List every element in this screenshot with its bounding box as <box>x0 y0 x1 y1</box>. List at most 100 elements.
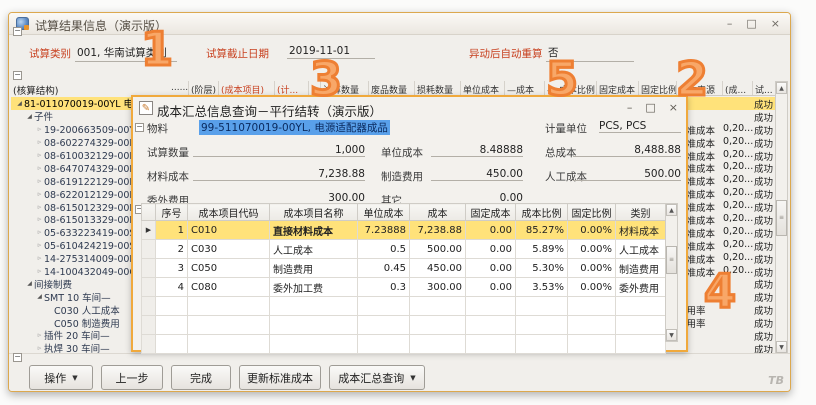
table-cell: 人工成本 <box>616 240 666 259</box>
dialog-field-value[interactable]: 7,238.88 <box>193 168 365 181</box>
dialog-field-value[interactable]: 8,488.88 <box>573 144 681 157</box>
dropdown-arrow-icon: ▼ <box>72 374 77 382</box>
tree-collapsed-icon[interactable]: ▹ <box>35 190 44 198</box>
tree-collapsed-icon[interactable]: ▹ <box>35 254 44 262</box>
tree-expanded-icon[interactable]: ◢ <box>15 100 24 107</box>
grid-column-header[interactable]: —成本 <box>505 81 545 95</box>
dialog-field-value[interactable]: 1,000 <box>193 144 365 157</box>
dialog-minimize-icon[interactable]: – <box>627 101 633 114</box>
button-label: 成本汇总查询 <box>338 370 404 386</box>
button-2[interactable]: 上一步 <box>101 365 163 390</box>
table-column-header[interactable]: 成本项目代码 <box>188 204 270 221</box>
maximize-icon[interactable]: □ <box>746 16 756 31</box>
tree-collapsed-icon[interactable]: ▹ <box>35 203 44 211</box>
grid-column-header[interactable]: 单位成本 <box>461 81 505 95</box>
dialog-field-value[interactable]: 8.48888 <box>431 144 523 157</box>
tree-collapsed-icon[interactable]: ▹ <box>35 151 44 159</box>
table-column-header[interactable]: 类别 <box>616 204 666 221</box>
row-indicator-cell <box>142 278 156 297</box>
cost-item-row[interactable]: ▶1C010直接材料成本7.238887,238.880.0085.27%0.0… <box>142 221 666 240</box>
tree-item-label: SMT 10 车间— <box>44 290 111 303</box>
cost-value-cell: 0,20... <box>723 174 753 185</box>
table-cell: 0.00% <box>568 221 616 240</box>
cost-item-row[interactable]: 2C030人工成本0.5500.000.005.89%0.00%人工成本 <box>142 240 666 259</box>
table-cell: 300.00 <box>410 278 466 297</box>
scroll-up-icon[interactable]: ▲ <box>776 82 787 94</box>
dialog-maximize-icon[interactable]: □ <box>645 101 655 114</box>
table-cell <box>188 316 270 335</box>
collapse-toggle-buttons[interactable]: − <box>13 353 22 362</box>
button-5[interactable]: 成本汇总查询▼ <box>329 365 425 390</box>
dialog-scroll-up-icon[interactable]: ▲ <box>666 204 677 216</box>
cost-item-row[interactable]: 3C050制造费用0.45450.000.005.30%0.00%制造费用 <box>142 259 666 278</box>
main-titlebar[interactable]: 试算结果信息（演示版） – □ × <box>9 13 790 35</box>
tree-collapsed-icon[interactable]: ▹ <box>35 138 44 146</box>
tree-collapsed-icon[interactable]: ▹ <box>35 164 44 172</box>
grid-scrollbar-thumb[interactable]: ≡ <box>776 200 787 236</box>
table-column-header[interactable]: 成本 <box>410 204 466 221</box>
grid-column-header[interactable]: ...... <box>169 81 189 95</box>
tree-collapsed-icon[interactable]: ▹ <box>35 267 44 275</box>
cost-summary-dialog: ✎ 成本汇总信息查询－平行结转（演示版） – □ × − 物料 99-51107… <box>131 95 688 352</box>
table-cell <box>466 316 516 335</box>
button-4[interactable]: 更新标准成本 <box>239 365 321 390</box>
tree-collapsed-icon[interactable]: ▹ <box>35 331 44 339</box>
grid-column-header[interactable]: (成... <box>723 81 753 95</box>
table-cell: 人工成本 <box>270 240 358 259</box>
table-cell <box>156 316 188 335</box>
tree-expanded-icon[interactable]: ◢ <box>25 113 34 120</box>
grid-column-header[interactable]: 损耗数量 <box>415 81 461 95</box>
annotation-number-3: 3 <box>310 56 340 102</box>
tree-collapsed-icon[interactable]: ▹ <box>35 228 44 236</box>
collapse-toggle-grid[interactable]: − <box>13 71 22 80</box>
tree-collapsed-icon[interactable]: ▹ <box>35 125 44 133</box>
dialog-collapse-toggle-header[interactable]: − <box>135 123 144 132</box>
button-1[interactable]: 操作▼ <box>29 365 93 390</box>
close-icon[interactable]: × <box>771 16 780 31</box>
cost-item-row[interactable]: 4C080委外加工费0.3300.000.003.53%0.00%委外费用 <box>142 278 666 297</box>
table-column-header[interactable]: 成本比例 <box>516 204 568 221</box>
tree-expanded-icon[interactable]: ◢ <box>25 280 34 287</box>
table-column-header[interactable]: 单位成本 <box>358 204 410 221</box>
dialog-table-scrollbar[interactable]: ▲ ≡ ▼ <box>665 203 678 342</box>
tree-collapsed-icon[interactable]: ▹ <box>35 344 44 352</box>
table-column-header[interactable]: 序号 <box>156 204 188 221</box>
table-column-header[interactable]: 成本项目名称 <box>270 204 358 221</box>
table-cell <box>616 297 666 316</box>
dialog-field-value[interactable]: 500.00 <box>573 168 681 181</box>
minimize-icon[interactable]: – <box>727 16 733 31</box>
table-column-header[interactable]: 固定成本 <box>466 204 516 221</box>
table-cell: C010 <box>188 221 270 240</box>
tree-collapsed-icon[interactable]: ▹ <box>35 215 44 223</box>
scroll-down-icon[interactable]: ▼ <box>776 341 787 353</box>
tree-collapsed-icon[interactable]: ▹ <box>35 177 44 185</box>
uom-value[interactable]: PCS, PCS <box>599 120 681 133</box>
grid-column-header[interactable]: 固定比例 <box>639 81 677 95</box>
grid-column-header[interactable]: 废品数量 <box>369 81 415 95</box>
dialog-field-label: 总成本 <box>545 145 577 160</box>
dialog-field-value[interactable]: 450.00 <box>431 168 523 181</box>
grid-column-header[interactable]: 固定成本 <box>597 81 639 95</box>
material-value[interactable]: 99-511070019-00YL, 电源适配器成品 <box>199 120 390 135</box>
grid-column-header[interactable]: (阶层) <box>189 81 219 95</box>
table-cell: 0.5 <box>358 240 410 259</box>
grid-column-header[interactable]: (成本项目) <box>219 81 275 95</box>
tree-collapsed-icon[interactable]: ▹ <box>35 241 44 249</box>
dialog-field-label: 试算数量 <box>147 145 189 160</box>
button-3[interactable]: 完成 <box>171 365 231 390</box>
collapse-toggle-form[interactable]: − <box>13 27 22 36</box>
grid-column-header[interactable]: 试... <box>753 81 777 95</box>
table-cell <box>516 335 568 354</box>
table-cell: 0.00% <box>568 278 616 297</box>
cost-value-cell: 0,20... <box>723 123 753 134</box>
grid-scrollbar[interactable]: ▲ ≡ ▼ <box>775 81 788 354</box>
cost-items-table[interactable]: 序号成本项目代码成本项目名称单位成本成本固定成本成本比例固定比例类别▶1C010… <box>141 203 666 354</box>
annotation-number-2: 2 <box>676 56 706 102</box>
dialog-scrollbar-thumb[interactable]: ≡ <box>666 246 677 274</box>
grid-column-header[interactable]: (计... <box>275 81 309 95</box>
tree-expanded-icon[interactable]: ◢ <box>35 293 44 300</box>
button-label: 更新标准成本 <box>247 370 313 386</box>
table-cell: C050 <box>188 259 270 278</box>
dialog-scroll-down-icon[interactable]: ▼ <box>666 329 677 341</box>
table-column-header[interactable]: 固定比例 <box>568 204 616 221</box>
